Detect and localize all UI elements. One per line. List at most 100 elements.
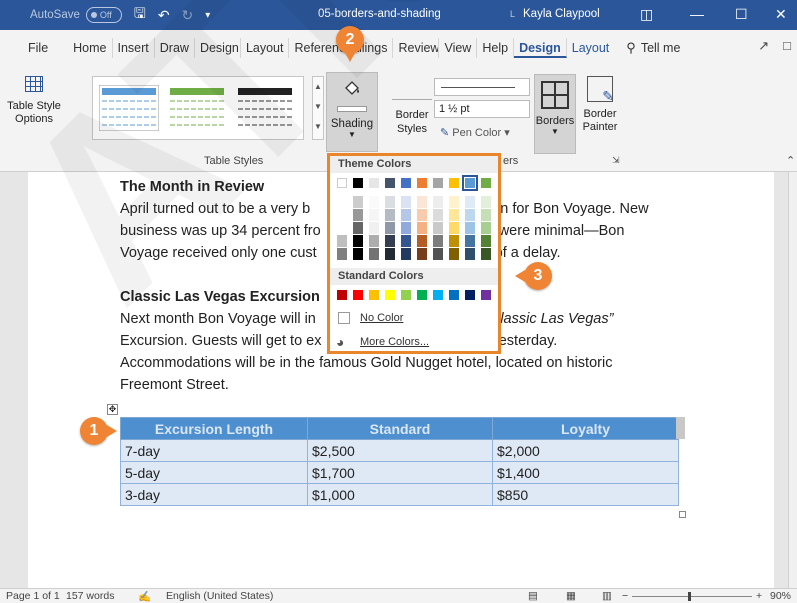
theme-color-shade-swatch[interactable]	[369, 222, 379, 234]
read-mode-icon[interactable]: ▤	[528, 590, 538, 602]
theme-color-shade-swatch[interactable]	[417, 196, 427, 208]
theme-color-shade-swatch[interactable]	[465, 209, 475, 221]
borders-button[interactable]: Borders ▼	[534, 74, 576, 154]
proofing-icon[interactable]: ✍	[138, 590, 151, 603]
theme-color-shade-swatch[interactable]	[465, 248, 475, 260]
border-painter-button[interactable]: ✎ Border Painter	[580, 74, 620, 134]
theme-color-shade-swatch[interactable]	[433, 235, 443, 247]
tab-view[interactable]: View	[439, 38, 478, 58]
save-icon[interactable]: 🖫	[134, 3, 146, 27]
close-icon[interactable]: ✕	[775, 6, 787, 23]
standard-color-swatch[interactable]	[369, 290, 379, 300]
theme-color-shade-swatch[interactable]	[401, 209, 411, 221]
theme-color-shade-swatch[interactable]	[369, 235, 379, 247]
standard-color-swatch[interactable]	[481, 290, 491, 300]
theme-color-shade-swatch[interactable]	[417, 248, 427, 260]
gallery-scroll[interactable]: ▲ ▼ ▼	[312, 76, 324, 140]
language-status[interactable]: English (United States)	[166, 590, 273, 602]
search-icon[interactable]: ⚲	[626, 40, 636, 56]
table-style-options-button[interactable]: Table Style Options	[6, 76, 62, 126]
theme-color-shade-swatch[interactable]	[481, 196, 491, 208]
theme-color-shade-swatch[interactable]	[433, 196, 443, 208]
more-colors-option[interactable]: ◕ More Colors...	[330, 331, 498, 353]
theme-color-shade-swatch[interactable]	[337, 209, 347, 221]
theme-color-shade-swatch[interactable]	[353, 209, 363, 221]
theme-color-shade-swatch[interactable]	[401, 222, 411, 234]
theme-color-swatch[interactable]	[337, 178, 347, 188]
minimize-icon[interactable]: —	[690, 6, 704, 22]
theme-color-shade-swatch[interactable]	[337, 222, 347, 234]
table-style-thumb[interactable]	[167, 85, 227, 131]
standard-color-swatch[interactable]	[465, 290, 475, 300]
table-header-cell[interactable]: Loyalty	[492, 417, 679, 440]
heading-las-vegas[interactable]: Classic Las Vegas Excursion	[120, 286, 320, 308]
table-row[interactable]: 7-day $2,500 $2,000	[120, 439, 679, 462]
theme-color-swatch[interactable]	[417, 178, 427, 188]
table-header-cell[interactable]: Standard	[307, 417, 493, 440]
theme-color-shade-swatch[interactable]	[353, 248, 363, 260]
theme-color-shade-swatch[interactable]	[417, 235, 427, 247]
print-layout-icon[interactable]: ▦	[566, 590, 576, 602]
table-row[interactable]: 3-day $1,000 $850	[120, 483, 679, 506]
tab-insert[interactable]: Insert	[113, 38, 155, 58]
maximize-icon[interactable]: ☐	[735, 6, 748, 23]
dialog-launcher-icon[interactable]: ⇲	[612, 155, 620, 166]
theme-color-shade-swatch[interactable]	[449, 235, 459, 247]
customize-qat-icon[interactable]: ▾	[205, 10, 210, 21]
theme-color-shade-swatch[interactable]	[465, 196, 475, 208]
share-icon[interactable]: ↗	[758, 38, 769, 54]
tab-design[interactable]: Design	[195, 38, 241, 58]
table-header-cell[interactable]: Excursion Length	[120, 417, 308, 440]
tab-review[interactable]: Review	[393, 38, 440, 58]
theme-color-shade-swatch[interactable]	[353, 235, 363, 247]
theme-color-shade-swatch[interactable]	[433, 248, 443, 260]
theme-color-shade-swatch[interactable]	[481, 209, 491, 221]
word-count[interactable]: 157 words	[66, 590, 114, 602]
theme-color-shade-swatch[interactable]	[449, 209, 459, 221]
table-row[interactable]: 5-day $1,700 $1,400	[120, 461, 679, 484]
theme-color-shade-swatch[interactable]	[337, 235, 347, 247]
redo-icon[interactable]: ↻	[182, 7, 194, 24]
theme-color-shade-swatch[interactable]	[481, 235, 491, 247]
standard-color-swatch[interactable]	[449, 290, 459, 300]
tab-layout[interactable]: Layout	[241, 38, 290, 58]
standard-color-swatch[interactable]	[433, 290, 443, 300]
tab-file[interactable]: File	[23, 38, 68, 58]
table-styles-gallery[interactable]	[92, 76, 304, 140]
theme-color-shade-swatch[interactable]	[369, 209, 379, 221]
doc-paragraph[interactable]: Accommodations will be in the famous Gol…	[120, 352, 612, 374]
tab-home[interactable]: Home	[68, 38, 113, 58]
comments-icon[interactable]: □	[783, 38, 791, 54]
theme-color-shade-swatch[interactable]	[449, 222, 459, 234]
theme-color-swatch[interactable]	[481, 178, 491, 188]
standard-color-swatch[interactable]	[353, 290, 363, 300]
theme-color-shade-swatch[interactable]	[401, 196, 411, 208]
autosave-toggle[interactable]: Off	[85, 7, 122, 23]
undo-icon[interactable]: ↶	[158, 7, 170, 24]
zoom-slider-thumb[interactable]	[688, 592, 691, 601]
theme-color-swatch[interactable]	[449, 178, 459, 188]
pen-weight-select[interactable]: 1 ½ pt	[434, 100, 530, 118]
vertical-scrollbar[interactable]	[788, 172, 797, 588]
table-resize-handle[interactable]	[679, 511, 686, 518]
doc-paragraph[interactable]: Freemont Street.	[120, 374, 229, 396]
table-style-thumb[interactable]	[99, 85, 159, 131]
pen-style-select[interactable]	[434, 78, 530, 96]
theme-color-shade-swatch[interactable]	[353, 196, 363, 208]
heading-month-review[interactable]: The Month in Review	[120, 176, 264, 198]
theme-color-swatch[interactable]	[462, 175, 478, 191]
theme-color-shade-swatch[interactable]	[433, 209, 443, 221]
theme-color-shade-swatch[interactable]	[337, 196, 347, 208]
shading-button[interactable]: Shading ▼	[326, 72, 378, 152]
theme-color-shade-swatch[interactable]	[369, 196, 379, 208]
theme-color-shade-swatch[interactable]	[353, 222, 363, 234]
theme-color-shade-swatch[interactable]	[449, 196, 459, 208]
theme-color-shade-swatch[interactable]	[481, 248, 491, 260]
zoom-level[interactable]: 90%	[770, 590, 791, 602]
theme-color-shade-swatch[interactable]	[417, 209, 427, 221]
standard-color-swatch[interactable]	[385, 290, 395, 300]
tab-table-layout[interactable]: Layout	[567, 38, 615, 58]
tab-help[interactable]: Help	[477, 38, 515, 58]
theme-color-shade-swatch[interactable]	[465, 235, 475, 247]
theme-color-shade-swatch[interactable]	[385, 222, 395, 234]
